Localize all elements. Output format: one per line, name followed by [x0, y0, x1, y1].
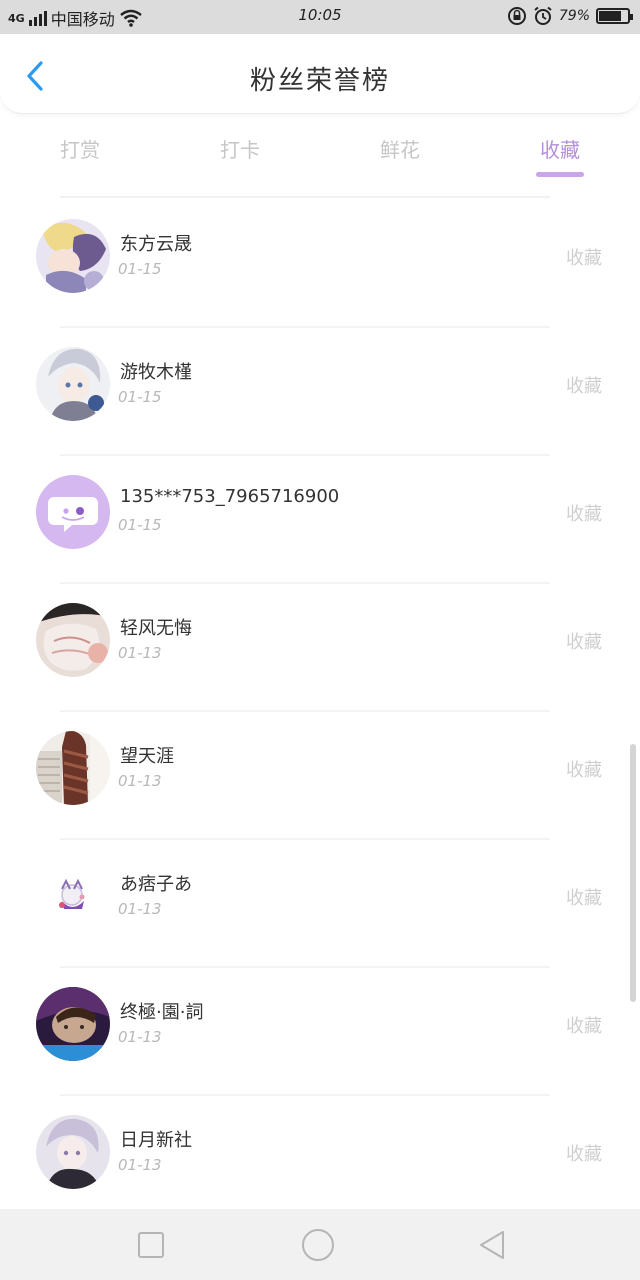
favorite-label: 收藏 [566, 1016, 602, 1037]
battery-icon [596, 8, 633, 24]
date: 01-15 [118, 260, 162, 278]
date: 01-15 [118, 516, 162, 534]
user-name: 135***753_7965716900 [120, 486, 340, 507]
back-nav-button[interactable] [474, 1227, 510, 1263]
list-item[interactable]: 轻风无悔 01-13 收藏 [0, 584, 640, 712]
avatar-image [36, 347, 110, 421]
list-item[interactable]: あ痞子あ 01-13 收藏 [0, 840, 640, 968]
tab-bar: 打赏 打卡 鲜花 收藏 [0, 114, 640, 198]
favorite-label: 收藏 [566, 376, 602, 397]
scrollbar[interactable] [630, 744, 636, 1002]
avatar-image [36, 859, 110, 933]
user-name: 终極·園·詞 [120, 1002, 204, 1023]
avatar[interactable] [36, 731, 110, 805]
user-name: 日月新社 [120, 1130, 192, 1151]
battery-percent: 79% [558, 8, 590, 24]
circle-icon [302, 1229, 334, 1261]
user-name: 轻风无悔 [120, 618, 192, 639]
tab-label: 鲜花 [380, 138, 420, 162]
tab-checkin[interactable]: 打卡 [160, 114, 320, 198]
list-item[interactable]: 东方云晟 01-15 收藏 [0, 200, 640, 328]
list-item[interactable]: 游牧木槿 01-15 收藏 [0, 328, 640, 456]
tab-favorites[interactable]: 收藏 [480, 114, 640, 198]
triangle-back-icon [480, 1231, 504, 1259]
user-name: 东方云晟 [120, 234, 192, 255]
tab-reward[interactable]: 打赏 [0, 114, 160, 198]
status-right: 79% [507, 6, 633, 26]
alarm-icon [534, 6, 552, 25]
list-item[interactable]: 135***753_7965716900 01-15 收藏 [0, 456, 640, 584]
avatar-image [36, 219, 110, 293]
tab-label: 收藏 [540, 138, 580, 162]
avatar[interactable] [36, 219, 110, 293]
user-name: 望天涯 [120, 746, 174, 767]
square-icon [138, 1232, 164, 1258]
list-item[interactable]: 终極·園·詞 01-13 收藏 [0, 968, 640, 1096]
system-nav-bar [0, 1209, 640, 1280]
user-name: あ痞子あ [120, 874, 192, 895]
avatar[interactable] [36, 475, 110, 549]
default-avatar-icon [36, 475, 110, 549]
list-item[interactable]: 日月新社 01-13 收藏 [0, 1096, 640, 1224]
recent-apps-button[interactable] [133, 1227, 169, 1263]
avatar[interactable] [36, 1115, 110, 1189]
list-item[interactable]: 望天涯 01-13 收藏 [0, 712, 640, 840]
avatar-image [36, 1115, 110, 1189]
tab-divider [60, 196, 550, 198]
avatar-image [36, 987, 110, 1061]
avatar[interactable] [36, 347, 110, 421]
user-name: 游牧木槿 [120, 362, 192, 383]
favorite-label: 收藏 [566, 760, 602, 781]
favorite-label: 收藏 [566, 248, 602, 269]
date: 01-15 [118, 388, 162, 406]
date: 01-13 [118, 900, 162, 918]
date: 01-13 [118, 1028, 162, 1046]
tab-flowers[interactable]: 鲜花 [320, 114, 480, 198]
favorite-label: 收藏 [566, 504, 602, 525]
date: 01-13 [118, 1156, 162, 1174]
header: 粉丝荣誉榜 [0, 34, 640, 114]
avatar[interactable] [36, 603, 110, 677]
status-bar: 4G 中国移动 10:05 79% [0, 0, 640, 34]
date: 01-13 [118, 644, 162, 662]
fan-list: 东方云晟 01-15 收藏 游牧木槿 01-15 收藏 135***753_79… [0, 200, 640, 1224]
page-title: 粉丝荣誉榜 [249, 66, 390, 96]
home-button[interactable] [300, 1227, 336, 1263]
favorite-label: 收藏 [566, 888, 602, 909]
avatar-image [36, 731, 110, 805]
avatar-image [36, 603, 110, 677]
rotation-lock-icon [507, 7, 526, 25]
avatar[interactable] [36, 987, 110, 1061]
favorite-label: 收藏 [566, 1144, 602, 1165]
date: 01-13 [118, 772, 162, 790]
avatar[interactable] [36, 859, 110, 933]
favorite-label: 收藏 [566, 632, 602, 653]
tab-label: 打卡 [220, 138, 260, 162]
tab-label: 打赏 [60, 138, 100, 162]
